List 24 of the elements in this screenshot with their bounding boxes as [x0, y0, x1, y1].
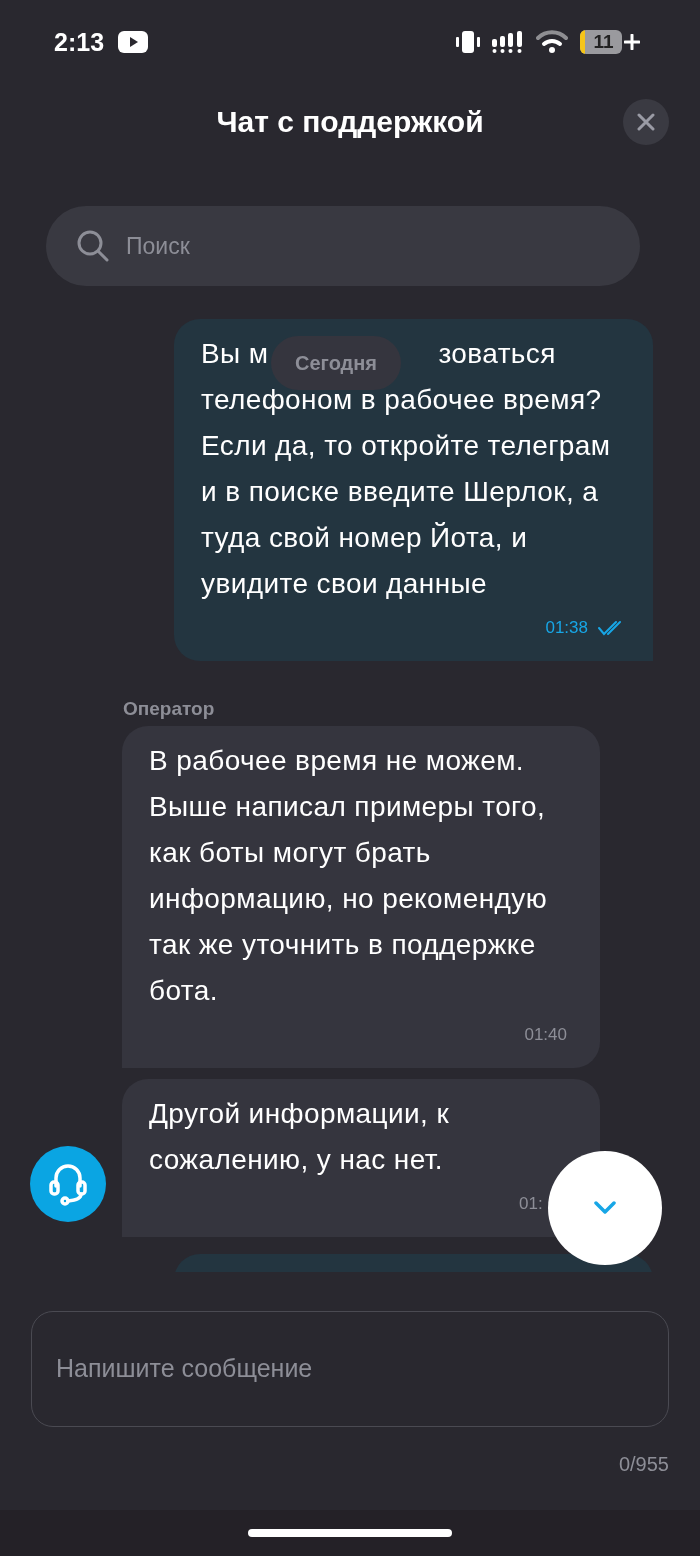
- message-text: зоваться: [438, 337, 556, 371]
- search-icon: [76, 229, 110, 263]
- message-time: 01:38: [545, 618, 588, 638]
- signal-icon: [492, 31, 524, 53]
- character-counter: 0/955: [618, 1453, 669, 1475]
- chevron-down-icon: [594, 1201, 616, 1215]
- close-icon: [637, 113, 655, 131]
- message-time: 01:: [519, 1194, 543, 1214]
- battery-icon: 11: [580, 30, 622, 54]
- clock: 2:13: [54, 27, 105, 57]
- search-field[interactable]: Поиск: [46, 206, 640, 286]
- message-time: 01:40: [524, 1025, 567, 1045]
- sender-name: Оператор: [123, 698, 216, 720]
- close-button[interactable]: [623, 99, 669, 145]
- message-field[interactable]: Напишите сообщение: [31, 1311, 669, 1427]
- date-chip: Сегодня: [271, 336, 402, 390]
- message-text: Другой информации, к сожалению, у нас нет.: [149, 1097, 451, 1177]
- vibrate-icon: [456, 31, 480, 53]
- wifi-icon: [536, 30, 568, 54]
- headset-icon: [48, 1162, 88, 1206]
- video-app-icon: [118, 31, 149, 53]
- chat-title: Чат с поддержкой: [216, 105, 484, 139]
- message-text: В рабочее время не можем. Выше написал примеры того, как боты могут брать информацию, но рекомендую так же уточнить в поддержке бота.: [149, 744, 549, 1008]
- message-text: Вы м: [201, 337, 269, 371]
